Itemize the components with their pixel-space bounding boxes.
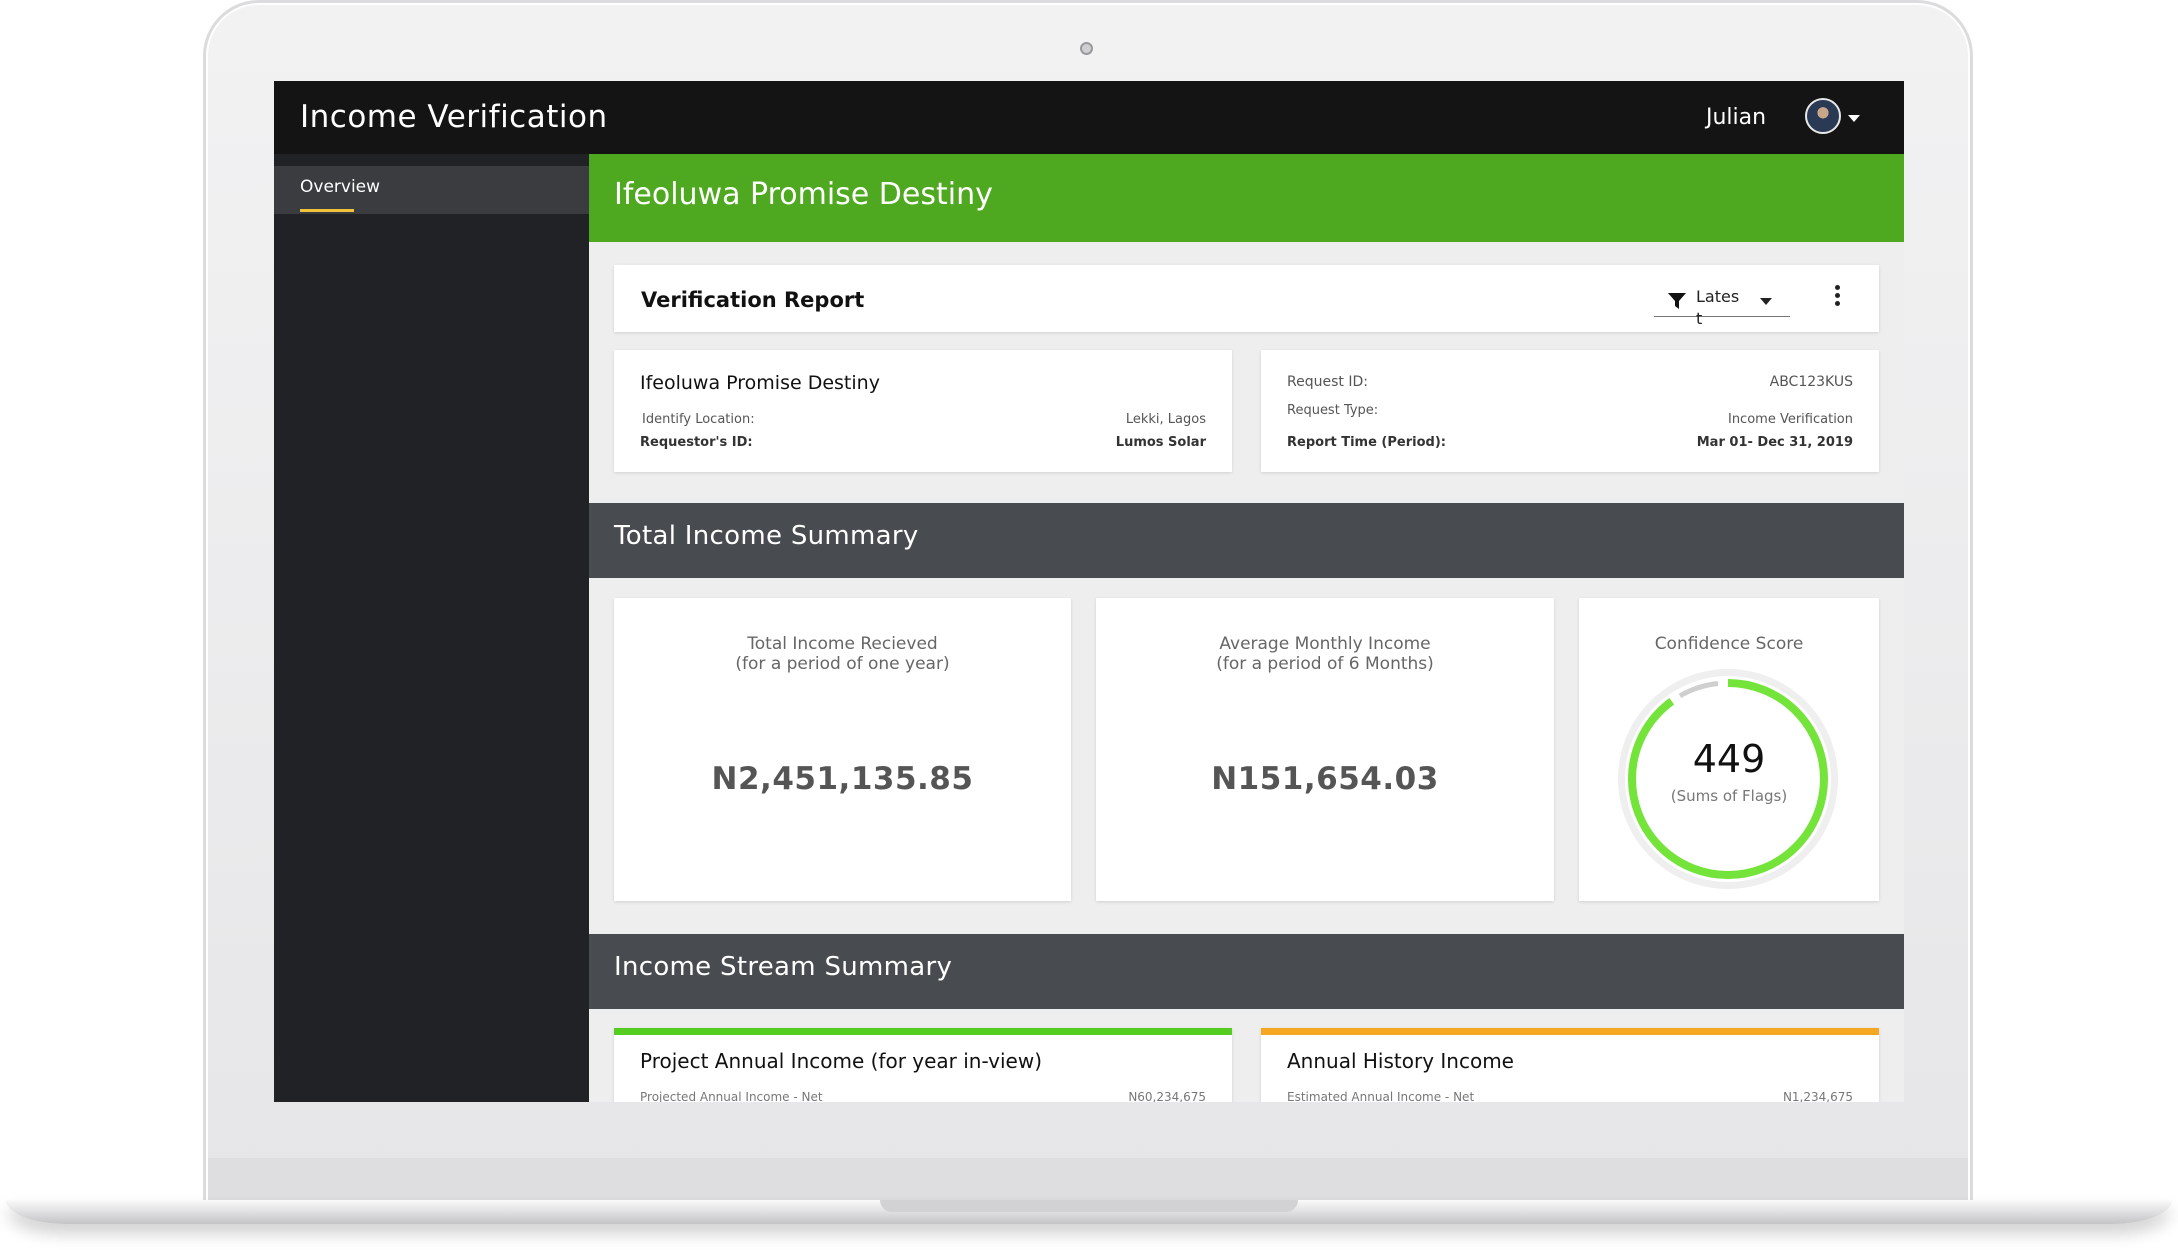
stat-label: Average Monthly Income (for a period of … <box>1096 634 1554 674</box>
request-type-value: Income Verification <box>1727 412 1853 427</box>
filter-dropdown[interactable]: Latest <box>1654 282 1790 328</box>
sidebar-item-label: Overview <box>300 177 381 197</box>
stream-value: N60,234,675 <box>1128 1090 1206 1102</box>
stat-value: N2,451,135.85 <box>711 761 974 797</box>
location-value: Lekki, Lagos <box>1125 412 1206 427</box>
stream-title: Annual History Income <box>1287 1049 1514 1073</box>
subject-info-card: Ifeoluwa Promise Destiny Identify Locati… <box>614 350 1232 472</box>
user-name[interactable]: Julian <box>1706 105 1766 130</box>
confidence-score-value: 449 <box>1692 737 1766 781</box>
more-options-icon[interactable] <box>1832 285 1842 309</box>
subject-banner: Ifeoluwa Promise Destiny <box>589 154 1904 242</box>
card-accent <box>614 1028 1232 1035</box>
stream-value: N1,234,675 <box>1782 1090 1853 1102</box>
confidence-score-caption: (Sums of Flags) <box>1670 787 1788 805</box>
laptop-notch <box>880 1200 1298 1212</box>
stat-value: N151,654.03 <box>1211 761 1439 797</box>
avatar[interactable] <box>1805 98 1841 134</box>
income-stream-summary-header: Income Stream Summary <box>589 934 1904 1009</box>
main-content: Ifeoluwa Promise Destiny Verification Re… <box>589 154 1904 1102</box>
project-annual-income-card: Project Annual Income (for year in-view)… <box>614 1028 1232 1102</box>
card-accent <box>1261 1028 1879 1035</box>
location-label: Identify Location: <box>642 412 755 427</box>
stream-label: Projected Annual Income - Net <box>640 1090 823 1102</box>
active-indicator <box>300 209 354 212</box>
report-header: Verification Report Latest <box>614 265 1879 332</box>
request-info-card: Request ID: ABC123KUS Request Type: Inco… <box>1261 350 1879 472</box>
app-title: Income Verification <box>300 99 608 135</box>
stream-title: Project Annual Income (for year in-view) <box>640 1049 1043 1073</box>
average-monthly-income-card: Average Monthly Income (for a period of … <box>1096 598 1554 901</box>
section-title: Total Income Summary <box>614 521 919 551</box>
request-type-label: Request Type: <box>1287 403 1379 418</box>
webcam-icon <box>1080 42 1093 55</box>
filter-value: Latest <box>1696 287 1740 328</box>
app-screen: Income Verification Julian Overview Ifeo… <box>274 81 1904 1102</box>
chevron-down-icon[interactable] <box>1848 115 1860 122</box>
top-bar: Income Verification Julian <box>274 81 1904 154</box>
report-period-label: Report Time (Period): <box>1287 435 1446 450</box>
subject-info-name: Ifeoluwa Promise Destiny <box>640 372 880 394</box>
sidebar: Overview <box>274 154 589 1102</box>
stat-label-subline: (for a period of one year) <box>735 654 950 674</box>
section-title: Income Stream Summary <box>614 952 953 982</box>
subject-name: Ifeoluwa Promise Destiny <box>614 177 993 212</box>
report-period-value: Mar 01- Dec 31, 2019 <box>1696 435 1853 450</box>
request-id-value: ABC123KUS <box>1769 374 1853 390</box>
stream-label: Estimated Annual Income - Net <box>1287 1090 1475 1102</box>
total-income-summary-header: Total Income Summary <box>589 503 1904 578</box>
stat-label: Total Income Recieved (for a period of o… <box>614 634 1071 674</box>
requestor-value: Lumos Solar <box>1115 435 1206 450</box>
request-id-label: Request ID: <box>1287 374 1368 390</box>
laptop-bezel <box>208 1158 1968 1200</box>
stat-label-subline: (for a period of 6 Months) <box>1216 654 1434 674</box>
confidence-label: Confidence Score <box>1654 634 1804 654</box>
report-title: Verification Report <box>641 288 865 312</box>
stat-label-line: Average Monthly Income <box>1219 634 1431 654</box>
annual-history-income-card: Annual History Income Estimated Annual I… <box>1261 1028 1879 1102</box>
requestor-label: Requestor's ID: <box>640 435 753 450</box>
total-income-card: Total Income Recieved (for a period of o… <box>614 598 1071 901</box>
chevron-down-icon <box>1760 298 1772 305</box>
filter-icon <box>1668 293 1686 309</box>
stat-label-line: Total Income Recieved <box>747 634 938 654</box>
confidence-score-card: Confidence Score 449 (Sums of Flags) <box>1579 598 1879 901</box>
sidebar-item-overview[interactable]: Overview <box>274 166 589 214</box>
